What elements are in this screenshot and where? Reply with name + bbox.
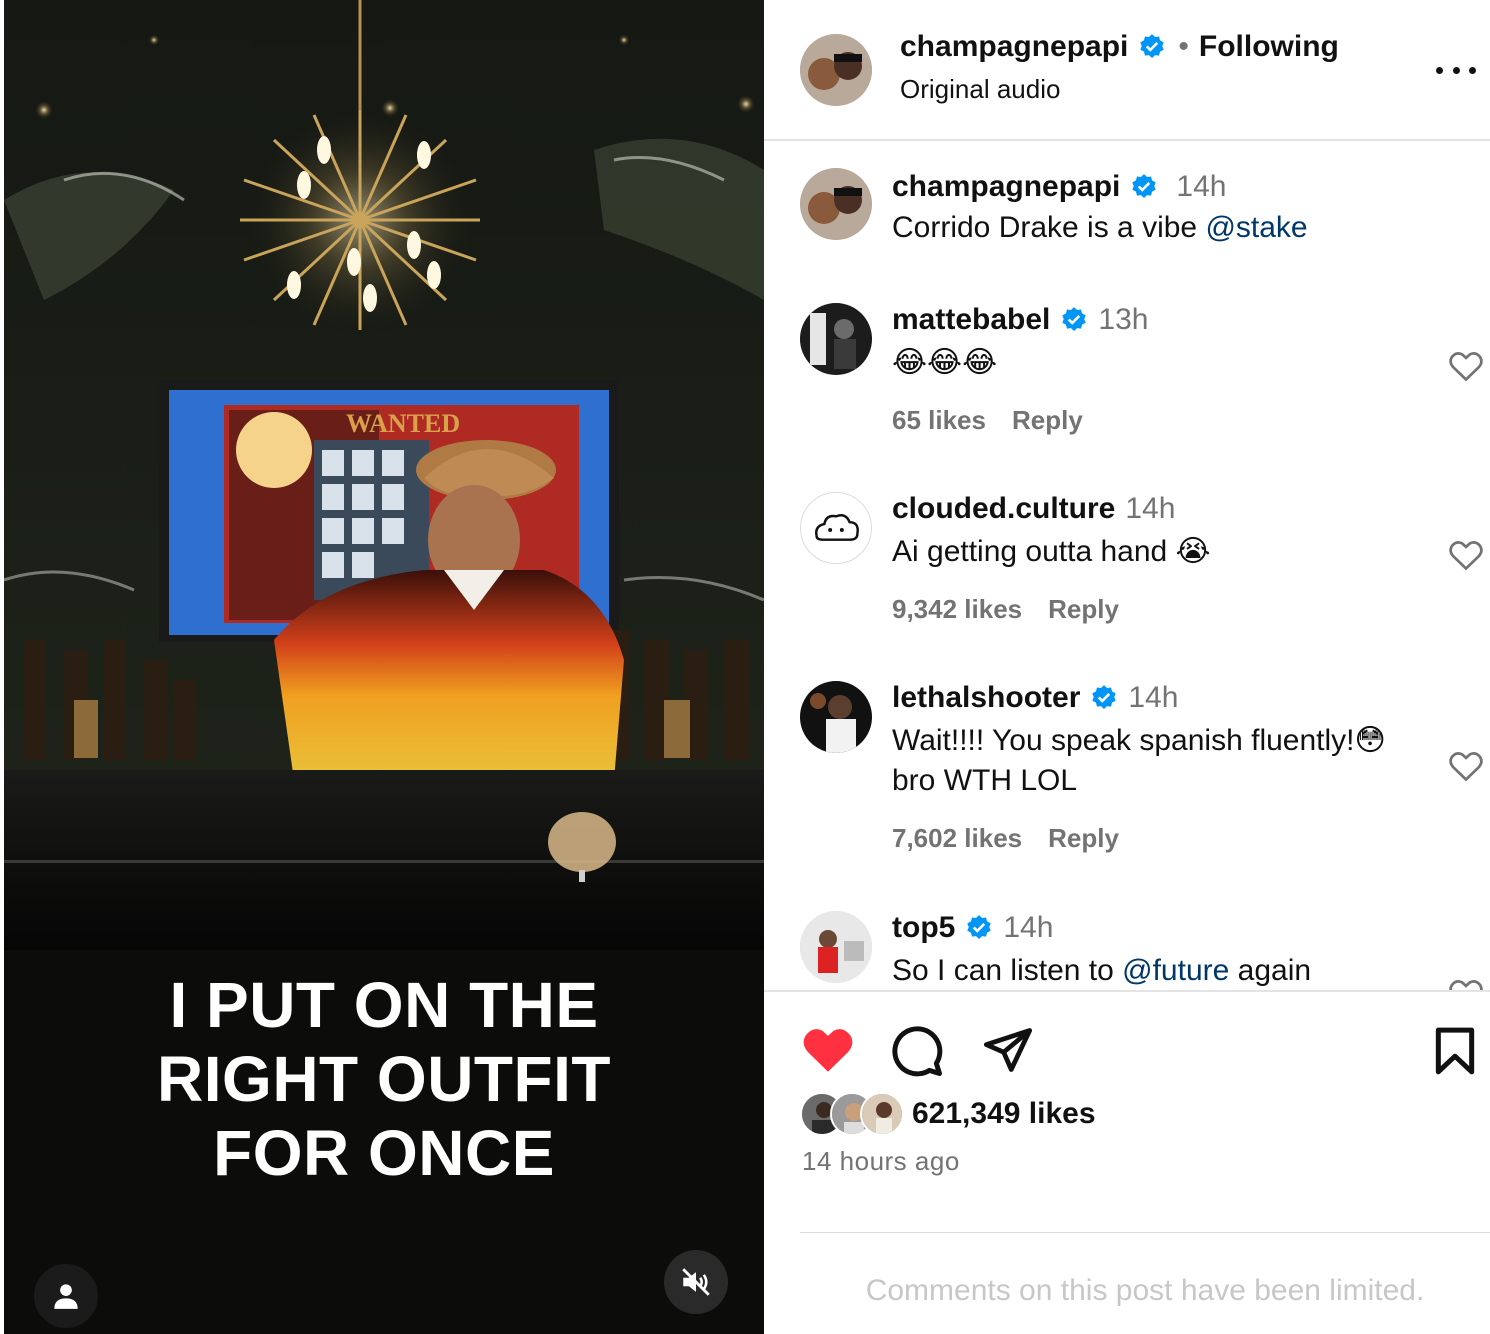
- comment-text: 😂😂😂: [892, 346, 998, 379]
- comments-divider: [764, 990, 1490, 992]
- action-bar: [764, 1020, 1490, 1080]
- comment-text: Corrido Drake is a vibe @stake: [892, 208, 1472, 248]
- verified-badge-icon: [1140, 34, 1165, 58]
- heart-outline-icon[interactable]: [1448, 538, 1484, 572]
- comment-avatar[interactable]: [800, 492, 872, 564]
- user-icon: [54, 1284, 78, 1309]
- comment-avatar[interactable]: [800, 303, 872, 375]
- comment-body: So I can listen to: [892, 954, 1123, 987]
- likes-summary[interactable]: 621,349 likes: [800, 1092, 1096, 1136]
- comment-time: 14h: [1176, 170, 1227, 203]
- caption-line: RIGHT OUTFIT: [157, 1043, 611, 1115]
- comment-username[interactable]: champagnepapi: [892, 170, 1120, 204]
- post-panel: champagnepapi • Following Original audio…: [764, 0, 1490, 1334]
- chandelier: [240, 110, 480, 330]
- reply-button[interactable]: Reply: [1048, 823, 1119, 853]
- more-horizontal-icon: [1452, 66, 1460, 74]
- comments-limited-notice: Comments on this post have been limited.: [865, 1274, 1425, 1307]
- original-audio-link[interactable]: Original audio: [900, 74, 1060, 105]
- more-horizontal-icon: [1469, 66, 1476, 74]
- avatar-image: [800, 34, 872, 106]
- comment-avatar[interactable]: [800, 911, 872, 983]
- comment-like-count[interactable]: 7,602 likes: [892, 823, 1022, 853]
- comments-list[interactable]: champagnepapi 14h Corrido Drake is a vib…: [764, 142, 1490, 990]
- reel-video[interactable]: WANTED I PUT ON THE RIGHT OUTFIT FOR ONC…: [4, 0, 764, 1334]
- send-icon[interactable]: [982, 1024, 1034, 1076]
- verified-badge-icon: [1092, 685, 1117, 709]
- comment-text: Wait!!!! You speak spanish fluently!😳 br…: [892, 724, 1386, 797]
- heart-outline-icon[interactable]: [1448, 349, 1484, 383]
- heart-outline-icon[interactable]: [1448, 749, 1484, 783]
- cloud-avatar-image: [801, 493, 871, 563]
- comment-time: 13h: [1098, 303, 1149, 336]
- reply-button[interactable]: Reply: [1012, 405, 1083, 435]
- speaker-muted-icon: [682, 1268, 710, 1296]
- likes-count[interactable]: 621,349 likes: [912, 1097, 1096, 1131]
- verified-badge-icon: [967, 915, 991, 939]
- verified-badge-icon: [1062, 307, 1087, 331]
- comment-body: Corrido Drake is a vibe: [892, 211, 1206, 244]
- mention-link[interactable]: @future: [1122, 954, 1229, 987]
- more-options-button[interactable]: [1436, 60, 1476, 80]
- post-timestamp: 14 hours ago: [802, 1146, 960, 1176]
- comment-username[interactable]: mattebabel: [892, 303, 1050, 337]
- comment-avatar[interactable]: [800, 681, 872, 753]
- comment-username[interactable]: clouded.culture: [892, 492, 1115, 526]
- author-username[interactable]: champagnepapi: [900, 30, 1128, 64]
- liker-avatar: [860, 1092, 904, 1136]
- comment-time: 14h: [1003, 911, 1054, 944]
- footer-divider: [800, 1232, 1490, 1233]
- comment-icon[interactable]: [890, 1024, 944, 1078]
- author-avatar[interactable]: [800, 34, 872, 106]
- caption-line: I PUT ON THE: [169, 969, 599, 1041]
- verified-badge-icon: [1132, 174, 1157, 198]
- comment-username[interactable]: top5: [892, 911, 955, 945]
- post-header: champagnepapi • Following: [900, 30, 1339, 64]
- comment-like-count[interactable]: 65 likes: [892, 405, 986, 435]
- avatar-image: [800, 168, 872, 240]
- separator-dot: •: [1178, 30, 1189, 63]
- following-button[interactable]: Following: [1199, 30, 1339, 64]
- tagged-users-button[interactable]: [34, 1264, 98, 1328]
- comment-text: Ai getting outta hand 😭: [892, 535, 1211, 568]
- comment-time: 14h: [1128, 681, 1179, 714]
- avatar-image: [800, 303, 872, 375]
- comment-time: 14h: [1125, 492, 1176, 525]
- avatar-image: [800, 681, 872, 753]
- screen-wanted-text: WANTED: [346, 409, 460, 438]
- reply-button[interactable]: Reply: [1048, 594, 1119, 624]
- bookmark-icon[interactable]: [1432, 1026, 1478, 1076]
- comment-avatar[interactable]: [800, 168, 872, 240]
- heart-filled-icon[interactable]: [800, 1024, 856, 1074]
- comment-like-count[interactable]: 9,342 likes: [892, 594, 1022, 624]
- mention-link[interactable]: @stake: [1205, 211, 1307, 244]
- comment-text: So I can listen to @future again: [892, 951, 1432, 990]
- comment-username[interactable]: lethalshooter: [892, 681, 1080, 715]
- comment-body-end: again: [1229, 954, 1312, 987]
- header-divider: [764, 139, 1490, 141]
- heart-outline-icon[interactable]: [1448, 977, 1484, 990]
- avatar-image: [800, 911, 872, 983]
- caption-line: FOR ONCE: [213, 1117, 555, 1189]
- video-caption: I PUT ON THE RIGHT OUTFIT FOR ONCE: [4, 968, 764, 1190]
- mute-toggle-button[interactable]: [664, 1250, 728, 1314]
- more-horizontal-icon: [1436, 66, 1443, 74]
